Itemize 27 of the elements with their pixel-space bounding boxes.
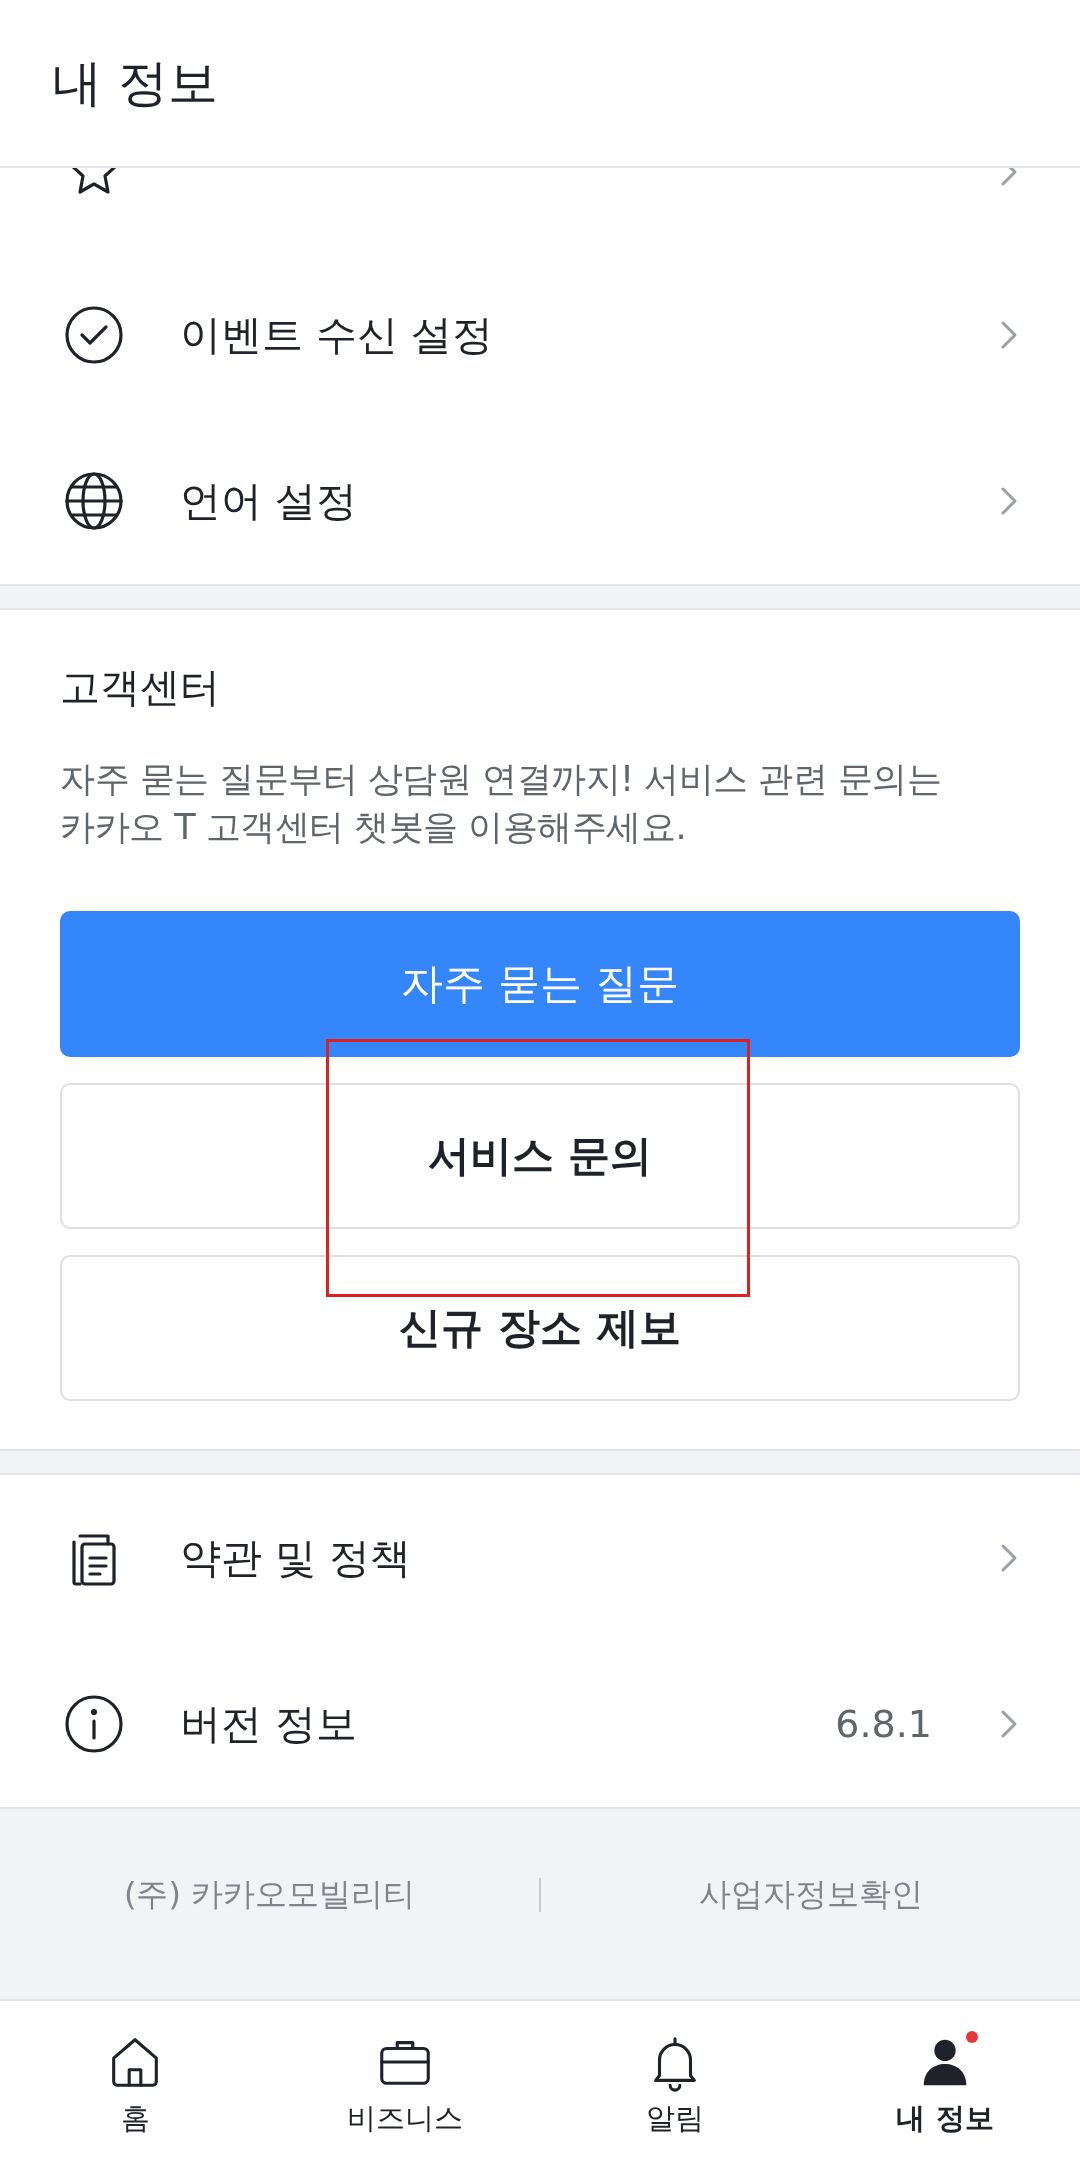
check-circle-icon <box>62 303 126 367</box>
menu-label: 이벤트 수신 설정 <box>180 309 495 361</box>
menu-item[interactable]: 언어 설정 <box>0 418 1080 584</box>
support-button[interactable]: 신규 장소 제보 <box>60 1255 1020 1401</box>
menu-label: 약관 및 정책 <box>180 1532 413 1584</box>
menu-item[interactable]: 이벤트 수신 설정 <box>0 252 1080 418</box>
globe-icon <box>62 469 126 533</box>
section-description: 자주 묻는 질문부터 상담원 연결까지! 서비스 관련 문의는 카카오 T 고객센터 챗봇을 이용해주세요. <box>60 758 943 849</box>
chevron-right-icon <box>1000 320 1018 350</box>
support-button[interactable]: 서비스 문의 <box>60 1083 1020 1229</box>
menu-item[interactable]: 약관 및 정책 <box>0 1475 1080 1641</box>
info-icon <box>62 1692 126 1756</box>
menu-item[interactable]: 버전 정보 6.8.1 <box>0 1641 1080 1807</box>
chevron-right-icon <box>1000 1709 1018 1739</box>
page-title: 내 정보 <box>52 52 218 114</box>
chevron-right-icon <box>1000 1543 1018 1573</box>
company-name: (주) 카카오모빌리티 <box>123 1874 416 1915</box>
version-number: 6.8.1 <box>835 1702 932 1746</box>
faq-button[interactable]: 자주 묻는 질문 <box>60 911 1020 1057</box>
nav-tab[interactable]: 알림 <box>540 2001 810 2168</box>
nav-tab[interactable]: 비즈니스 <box>270 2001 540 2168</box>
menu-label: 언어 설정 <box>180 475 359 527</box>
chevron-right-icon <box>1000 486 1018 516</box>
nav-tab[interactable]: 내 정보 <box>810 2001 1080 2168</box>
menu-label: 버전 정보 <box>180 1698 359 1750</box>
section-title: 고객센터 <box>60 663 221 712</box>
nav-tab[interactable]: 홈 <box>0 2001 270 2168</box>
